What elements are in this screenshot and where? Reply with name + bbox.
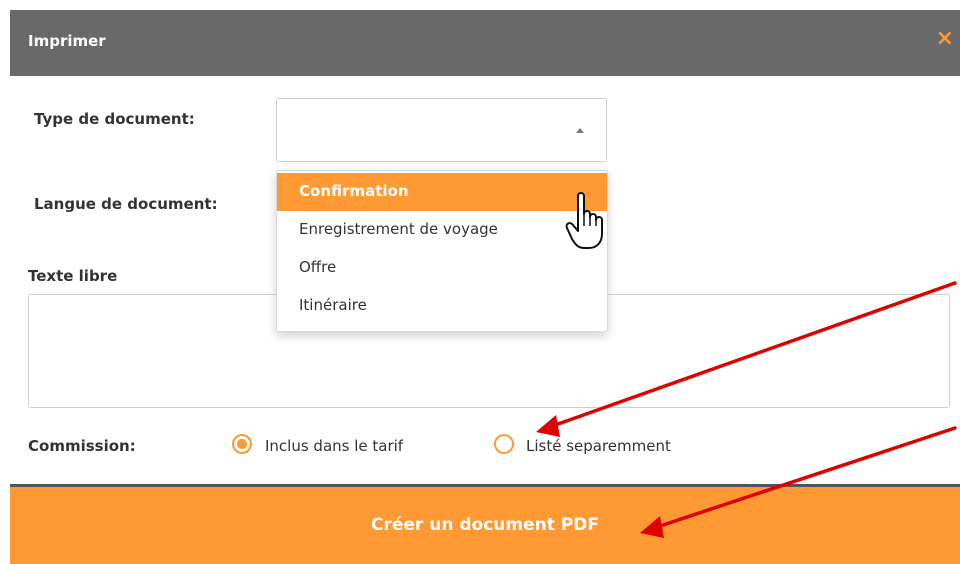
free-text-label: Texte libre	[28, 267, 118, 285]
radio-liste[interactable]	[494, 434, 514, 454]
dialog-title: Imprimer	[28, 32, 106, 50]
doc-lang-label: Langue de document:	[34, 195, 218, 213]
doc-type-dropdown-list: Confirmation Enregistrement de voyage Of…	[276, 170, 608, 332]
dropdown-option-offre[interactable]: Offre	[277, 249, 607, 287]
radio-inclus[interactable]	[232, 434, 252, 454]
caret-up-icon	[576, 128, 584, 133]
arrowhead-liste	[536, 415, 560, 437]
radio-inclus-label[interactable]: Inclus dans le tarif	[265, 437, 403, 455]
dropdown-option-itineraire[interactable]: Itinéraire	[277, 287, 607, 325]
commission-label: Commission:	[28, 437, 136, 455]
doc-type-label: Type de document:	[34, 110, 195, 128]
close-icon[interactable]: ×	[936, 28, 954, 50]
doc-type-select[interactable]	[276, 98, 607, 162]
dropdown-option-enregistrement[interactable]: Enregistrement de voyage	[277, 211, 607, 249]
radio-liste-label[interactable]: Listé separemment	[526, 437, 671, 455]
hand-cursor-icon	[565, 192, 603, 249]
dropdown-option-confirmation[interactable]: Confirmation	[277, 173, 607, 211]
create-pdf-button[interactable]: Créer un document PDF	[10, 484, 960, 564]
dialog-header: Imprimer ×	[10, 10, 960, 76]
